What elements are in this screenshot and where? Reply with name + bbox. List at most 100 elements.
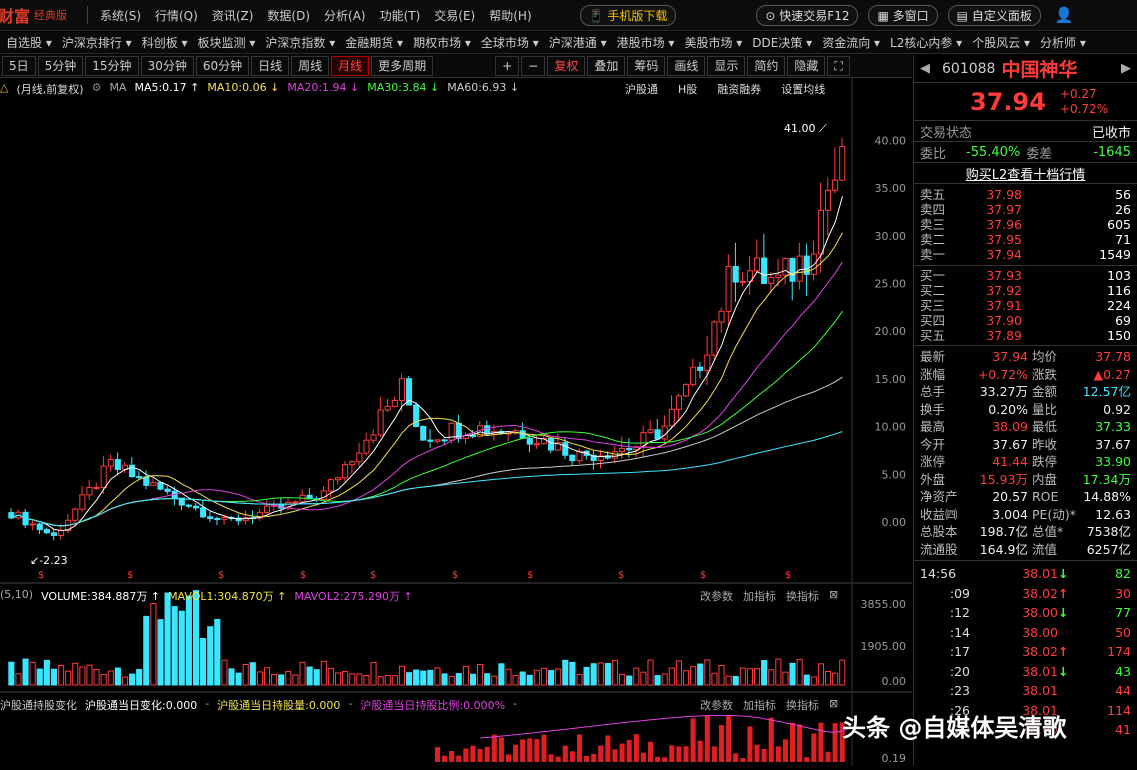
chart-link[interactable]: 融资融券 [717,81,761,99]
chart-link[interactable]: 加指标 [743,588,776,606]
volume-bar [548,670,555,686]
zoom-out-button[interactable]: − [521,56,546,76]
volume-bar [441,673,448,686]
nav-item[interactable]: 沪深京排行 ▾ [62,34,132,51]
chart-link[interactable]: H股 [678,81,697,99]
nav-item[interactable]: 沪深港通 ▾ [549,34,607,51]
period-tab[interactable]: 日线 [251,56,290,76]
stat-value: 41.44 [992,454,1028,469]
dividend-marker: $ [300,570,306,581]
candle-body [569,454,576,462]
mobile-download-button[interactable]: 📱 手机版下载 [579,4,677,26]
period-tab[interactable]: 更多周期 [371,56,434,76]
menu-item[interactable]: 数据(D) [267,7,310,24]
high-annotation: 41.00 ⟋ [784,122,827,135]
nav-item[interactable]: 港股市场 ▾ [617,34,675,51]
chart-link[interactable]: 换指标 [786,588,819,606]
volume-bar [278,674,285,686]
tool-button[interactable]: 筹码 [627,56,666,76]
period-tab[interactable]: 30分钟 [140,56,194,76]
nav-item[interactable]: L2核心内参 ▾ [890,34,962,51]
tool-button[interactable]: 简约 [747,56,786,76]
hk-bar [640,752,646,762]
chart-link[interactable]: 改参数 [700,697,733,715]
period-tab[interactable]: 5分钟 [37,56,84,76]
menu-item[interactable]: 行情(Q) [155,7,198,24]
menu-item[interactable]: 资讯(Z) [212,7,254,24]
multi-window-button[interactable]: ▦ 多窗口 [868,4,938,26]
nav-item[interactable]: 沪深京指数 ▾ [265,34,335,51]
close-icon[interactable]: ⊠ [829,697,838,715]
menu-item[interactable]: 功能(T) [380,7,421,24]
candle-body [668,408,675,427]
buy-order-row[interactable]: 买四 37.90 69 [914,313,1137,328]
volume-text: VOLUME:384.887万 [41,590,148,603]
stat-label: 涨幅 [920,366,946,382]
chart-link[interactable]: 沪股通 [625,81,658,99]
volume-bar [519,671,526,686]
tool-button[interactable]: 隐藏 [787,56,826,76]
nav-item[interactable]: 个股风云 ▾ [972,34,1030,51]
menu-item[interactable]: 帮助(H) [489,7,531,24]
nav-item[interactable]: DDE决策 ▾ [752,34,812,51]
period-tab[interactable]: 60分钟 [195,56,250,76]
kline-chart-svg[interactable]: 40.00 35.00 30.00 25.00 20.00 15.00 10.00 5.00 0… [0,78,912,766]
tick-arrow-icon [1058,681,1072,701]
chart-link[interactable]: 设置均线 [781,81,825,99]
volume-bar [334,672,342,686]
period-tab[interactable]: 周线 [291,56,330,76]
chart-link[interactable]: 换指标 [786,697,819,715]
period-tab[interactable]: 5日 [2,56,36,76]
volume-bar [477,664,484,686]
zoom-in-button[interactable]: + [495,56,520,76]
tool-button[interactable]: 叠加 [587,56,626,76]
nav-item[interactable]: 全球市场 ▾ [481,34,539,51]
expand-icon[interactable]: ⛶ [827,56,850,76]
chart-collapse-icon[interactable]: △ [0,81,8,99]
sell-order-row[interactable]: 卖五 37.98 56 [914,187,1137,202]
low-annotation: ↙-2.23 [30,554,68,567]
period-tab[interactable]: 月线 [331,56,370,76]
user-icon[interactable]: 👤 [1055,6,1074,24]
tool-button[interactable]: 复权 [547,56,586,76]
menu-item[interactable]: 系统(S) [100,7,141,24]
menu-item[interactable]: 交易(E) [434,7,475,24]
nav-item[interactable]: 美股市场 ▾ [684,34,742,51]
nav-item[interactable]: 分析师 ▾ [1040,34,1086,51]
buy-order-row[interactable]: 买一 37.93 103 [914,268,1137,283]
hk-prefix: 沪股通持股变化 [0,699,77,712]
nav-item[interactable]: 自选股 ▾ [6,34,52,51]
order-label: 买五 [920,328,946,343]
custom-panel-button[interactable]: ▤ 自定义面板 [947,4,1041,26]
nav-item[interactable]: 期权市场 ▾ [413,34,471,51]
sell-order-row[interactable]: 卖三 37.96 605 [914,217,1137,232]
period-tab[interactable]: 15分钟 [85,56,139,76]
buy-order-row[interactable]: 买五 37.89 150 [914,328,1137,343]
hk-bar [541,734,547,762]
tool-button[interactable]: 显示 [707,56,746,76]
buy-l2-link[interactable]: 购买L2查看十档行情 [966,164,1086,183]
chart-link[interactable]: 改参数 [700,588,733,606]
prev-stock-icon[interactable]: ◀ [920,61,930,76]
tool-button[interactable]: 画线 [667,56,706,76]
buy-order-row[interactable]: 买三 37.91 224 [914,298,1137,313]
sell-order-row[interactable]: 卖二 37.95 71 [914,232,1137,247]
nav-item[interactable]: 资金流向 ▾ [822,34,880,51]
stat-value: 37.67 [992,436,1028,452]
nav-item[interactable]: 科创板 ▾ [142,34,188,51]
tick-volume: 30 [1115,585,1131,601]
menu-item[interactable]: 分析(A) [324,7,366,24]
buy-order-row[interactable]: 买二 37.92 116 [914,283,1137,298]
close-icon[interactable]: ⊠ [829,588,838,606]
settings-icon[interactable]: ⚙ [92,81,102,99]
nav-item[interactable]: 金融期货 ▾ [345,34,403,51]
tick-volume: 41 [1115,722,1131,737]
volume-bar [484,673,491,686]
sell-order-row[interactable]: 卖一 37.94 1549 [914,247,1137,262]
volume-bar [647,659,654,686]
quick-trade-button[interactable]: ⊙ 快速交易F12 [756,4,859,26]
sell-order-row[interactable]: 卖四 37.97 26 [914,202,1137,217]
next-stock-icon[interactable]: ▶ [1121,61,1131,76]
chart-link[interactable]: 加指标 [743,697,776,715]
nav-item[interactable]: 板块监测 ▾ [198,34,256,51]
